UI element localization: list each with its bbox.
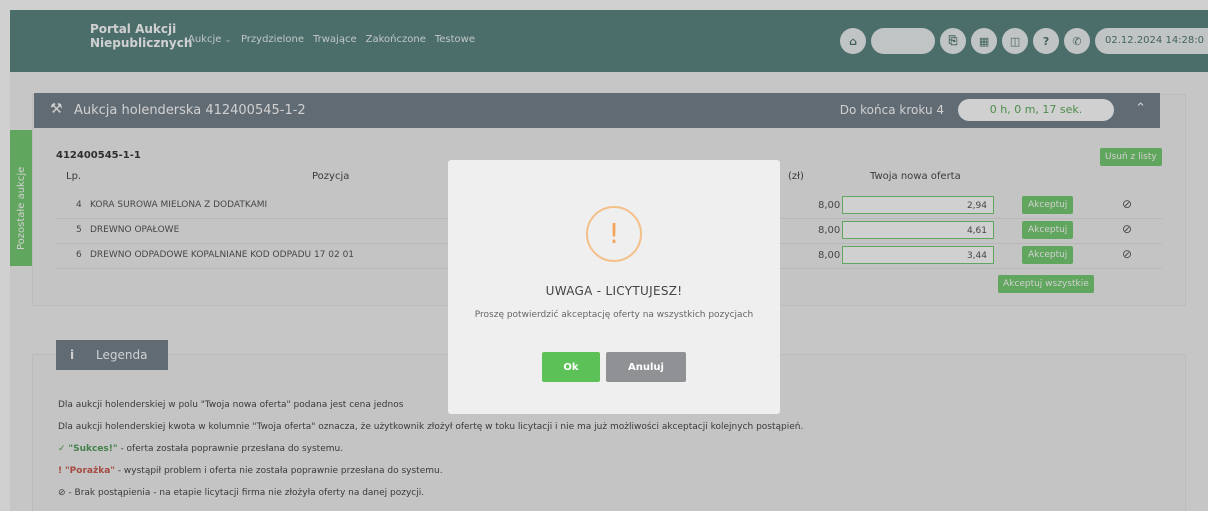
warning-icon: ! <box>586 206 642 262</box>
modal-title: UWAGA - LICYTUJESZ! <box>545 284 683 298</box>
modal-message: Proszę potwierdzić akceptację oferty na … <box>474 310 754 320</box>
ok-button[interactable]: Ok <box>542 352 600 382</box>
cancel-button[interactable]: Anuluj <box>606 352 686 382</box>
confirm-modal: ! UWAGA - LICYTUJESZ! Proszę potwierdzić… <box>448 160 780 414</box>
